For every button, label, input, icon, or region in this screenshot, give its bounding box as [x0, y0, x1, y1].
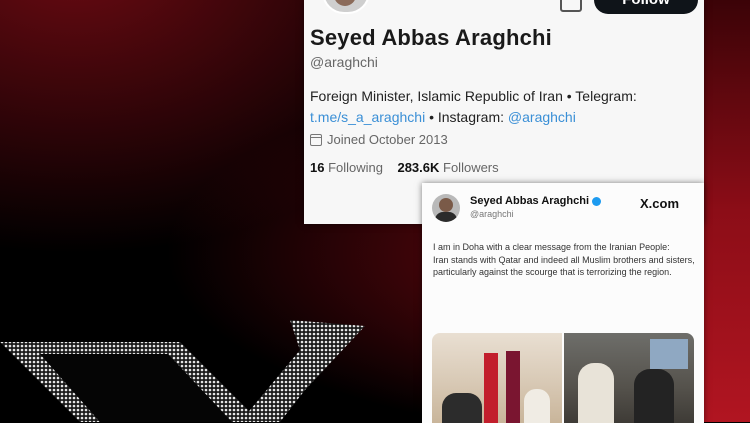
verified-badge-icon — [592, 196, 601, 206]
background-red-edge — [700, 0, 750, 422]
following-link[interactable]: 16 Following — [310, 160, 383, 175]
tweet-author-handle: @araghchi — [470, 209, 514, 219]
follow-stats: 16 Following 283.6K Followers — [310, 160, 499, 175]
tweet-text: I am in Doha with a clear message from t… — [433, 241, 695, 279]
profile-bio: Foreign Minister, Islamic Republic of Ir… — [310, 86, 700, 128]
joined-text: Joined October 2013 — [327, 132, 448, 147]
tweet-media[interactable] — [432, 333, 694, 423]
instagram-link[interactable]: @araghchi — [508, 109, 576, 125]
source-label: X.com — [640, 196, 680, 211]
profile-handle: @araghchi — [310, 54, 378, 70]
calendar-icon — [310, 133, 322, 146]
followers-label: Followers — [443, 160, 499, 175]
tweet-photo-greeting[interactable] — [564, 333, 694, 423]
x-logo-icon — [0, 320, 380, 422]
bio-text: Foreign Minister, Islamic Republic of Ir… — [310, 88, 637, 104]
tweet-author-name: Seyed Abbas Araghchi — [470, 195, 601, 207]
following-count: 16 — [310, 160, 325, 175]
tweet-photo-meeting[interactable] — [432, 333, 562, 423]
telegram-link[interactable]: t.me/s_a_araghchi — [310, 109, 425, 125]
followers-link[interactable]: 283.6K Followers — [397, 160, 498, 175]
joined-date: Joined October 2013 — [310, 132, 448, 147]
profile-avatar[interactable] — [322, 0, 370, 14]
tweet-card[interactable]: Seyed Abbas Araghchi @araghchi X.com I a… — [422, 183, 704, 423]
following-label: Following — [328, 160, 384, 175]
followers-count: 283.6K — [397, 160, 440, 175]
follow-button[interactable]: Follow — [594, 0, 698, 14]
bio-instagram-prefix: • Instagram: — [425, 109, 508, 125]
tweet-author-name-text: Seyed Abbas Araghchi — [470, 195, 589, 207]
profile-name: Seyed Abbas Araghchi — [310, 25, 552, 50]
tweet-text-line2: Iran stands with Qatar and indeed all Mu… — [433, 254, 695, 278]
more-options-button[interactable] — [560, 0, 582, 12]
tweet-text-line1: I am in Doha with a clear message from t… — [433, 242, 670, 252]
tweet-avatar[interactable] — [432, 194, 460, 222]
